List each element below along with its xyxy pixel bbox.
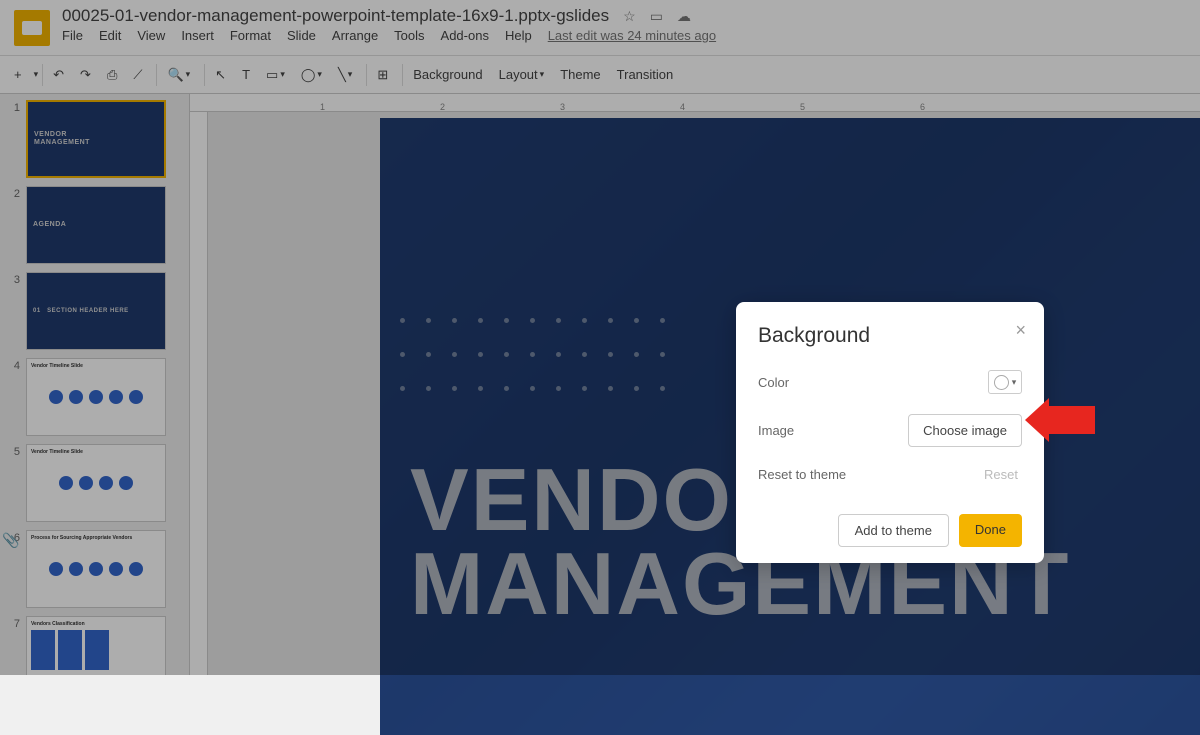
- slide-panel[interactable]: 1 VENDOR MANAGEMENT 2 AGENDA 3 01 SECTIO…: [0, 94, 190, 675]
- image-tool[interactable]: ▭▾: [260, 63, 291, 87]
- attachment-icon: 📎: [2, 532, 19, 549]
- print-button[interactable]: ⎙: [101, 63, 123, 87]
- undo-button[interactable]: ↶: [47, 63, 70, 87]
- move-icon[interactable]: ▭: [650, 8, 663, 25]
- color-label: Color: [758, 375, 789, 390]
- shape-tool[interactable]: ◯▾: [295, 63, 328, 87]
- thumb-num: 2: [6, 186, 20, 200]
- thumb-num: 4: [6, 358, 20, 372]
- menu-view[interactable]: View: [137, 28, 165, 43]
- background-dialog: Background × Color ▾ Image Choose image …: [736, 302, 1044, 563]
- image-label: Image: [758, 423, 794, 438]
- toolbar: +▾ ↶ ↷ ⎙ ⟋ 🔍▾ ↖ T ▭▾ ◯▾ ╲▾ ⊞ Background …: [0, 56, 1200, 94]
- layout-button[interactable]: Layout▾: [493, 63, 551, 86]
- slide-thumbnail-3[interactable]: 01 SECTION HEADER HERE: [26, 272, 166, 350]
- slide-thumbnail-6[interactable]: Process for Sourcing Appropriate Vendors: [26, 530, 166, 608]
- paint-format-button[interactable]: ⟋: [127, 63, 148, 87]
- background-button[interactable]: Background: [407, 63, 488, 86]
- new-slide-button[interactable]: +: [8, 63, 28, 86]
- redo-button[interactable]: ↷: [74, 63, 97, 87]
- select-tool[interactable]: ↖: [209, 63, 232, 87]
- done-button[interactable]: Done: [959, 514, 1022, 547]
- doc-title-row: 00025-01-vendor-management-powerpoint-te…: [62, 6, 1186, 26]
- menu-arrange[interactable]: Arrange: [332, 28, 378, 43]
- textbox-tool[interactable]: T: [236, 63, 256, 86]
- close-icon[interactable]: ×: [1015, 320, 1026, 341]
- comment-button[interactable]: ⊞: [371, 63, 394, 87]
- menu-tools[interactable]: Tools: [394, 28, 424, 43]
- slide-thumbnail-7[interactable]: Vendors Classification: [26, 616, 166, 675]
- new-slide-dropdown-icon[interactable]: ▾: [34, 69, 39, 80]
- menu-help[interactable]: Help: [505, 28, 532, 43]
- horizontal-ruler: 1 2 3 4 5 6: [190, 94, 1200, 112]
- canvas-area: 1 2 3 4 5 6 VENDOR MANAGEMENT: [190, 94, 1200, 675]
- line-tool[interactable]: ╲▾: [332, 63, 358, 87]
- color-picker-button[interactable]: ▾: [988, 370, 1022, 394]
- last-edit-link[interactable]: Last edit was 24 minutes ago: [548, 28, 716, 43]
- reset-button[interactable]: Reset: [984, 467, 1022, 482]
- menu-edit[interactable]: Edit: [99, 28, 121, 43]
- menu-slide[interactable]: Slide: [287, 28, 316, 43]
- cloud-icon[interactable]: ☁: [677, 8, 691, 25]
- slide-thumbnail-5[interactable]: Vendor Timeline Slide: [26, 444, 166, 522]
- reset-label: Reset to theme: [758, 467, 846, 482]
- app-header: 00025-01-vendor-management-powerpoint-te…: [0, 0, 1200, 56]
- menu-file[interactable]: File: [62, 28, 83, 43]
- thumb-num: 1: [6, 100, 20, 114]
- slide-thumbnail-1[interactable]: VENDOR MANAGEMENT: [26, 100, 166, 178]
- add-to-theme-button[interactable]: Add to theme: [838, 514, 949, 547]
- slide-thumbnail-2[interactable]: AGENDA: [26, 186, 166, 264]
- menu-format[interactable]: Format: [230, 28, 271, 43]
- vertical-ruler: [190, 112, 208, 675]
- annotation-arrow: [1047, 406, 1095, 434]
- theme-button[interactable]: Theme: [554, 63, 606, 86]
- choose-image-button[interactable]: Choose image: [908, 414, 1022, 447]
- transition-button[interactable]: Transition: [611, 63, 680, 86]
- slides-logo: [14, 10, 50, 46]
- zoom-button[interactable]: 🔍▾: [161, 63, 196, 87]
- dialog-title: Background: [758, 324, 1022, 348]
- slide-thumbnail-4[interactable]: Vendor Timeline Slide: [26, 358, 166, 436]
- menu-addons[interactable]: Add-ons: [441, 28, 489, 43]
- thumb-num: 3: [6, 272, 20, 286]
- decorative-dots: [400, 318, 674, 408]
- star-icon[interactable]: ☆: [623, 8, 636, 25]
- doc-title[interactable]: 00025-01-vendor-management-powerpoint-te…: [62, 6, 609, 26]
- thumb-num: 7: [6, 616, 20, 630]
- thumb-num: 5: [6, 444, 20, 458]
- menu-insert[interactable]: Insert: [181, 28, 214, 43]
- menu-bar: File Edit View Insert Format Slide Arran…: [62, 28, 1186, 43]
